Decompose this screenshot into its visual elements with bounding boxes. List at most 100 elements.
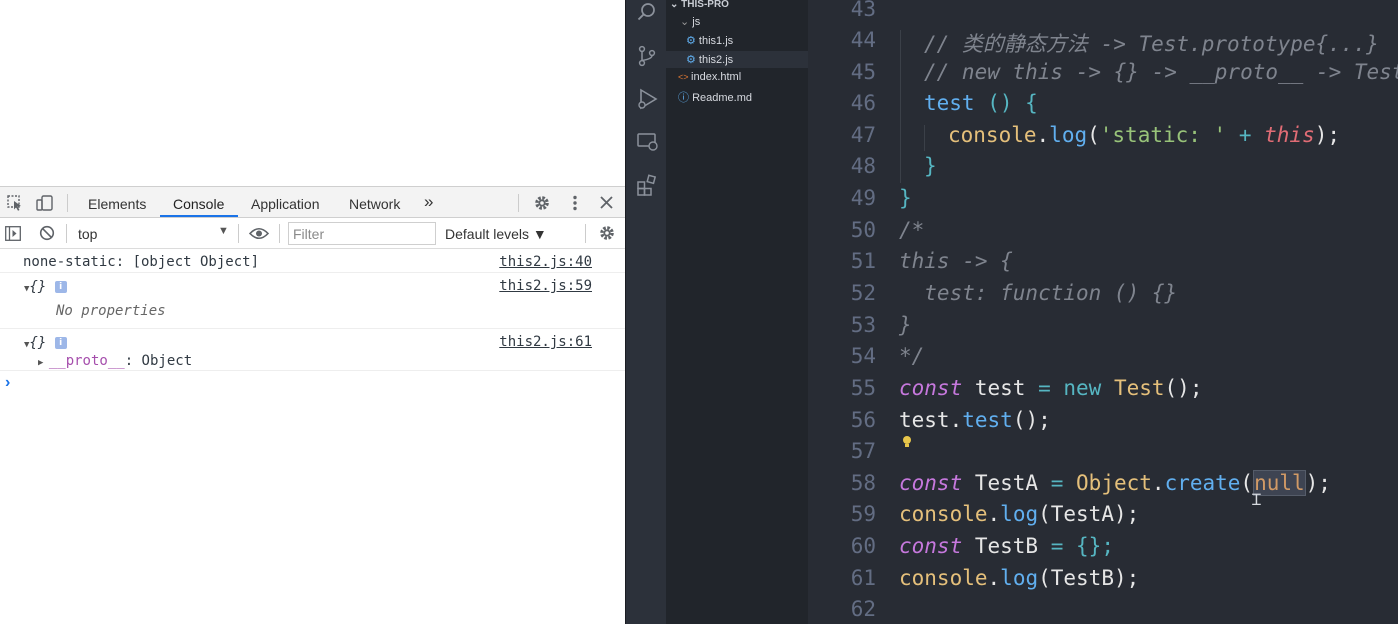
log-levels-dropdown[interactable]: Default levels ▼: [445, 226, 547, 242]
js-file-icon: ⚙: [686, 54, 699, 66]
code-token: .: [1036, 123, 1050, 147]
line-number: 49: [850, 186, 876, 210]
js-file-icon: ⚙: [686, 35, 699, 47]
device-toolbar-icon[interactable]: [36, 195, 54, 216]
code-line-48: }: [924, 154, 937, 178]
show-sidebar-icon[interactable]: [5, 226, 21, 246]
close-icon[interactable]: [600, 196, 613, 214]
source-control-icon[interactable]: [637, 45, 657, 72]
tree-file-this2[interactable]: ⚙ this2.js: [686, 53, 733, 66]
line-number: 55: [850, 376, 876, 400]
source-link[interactable]: this2.js:59: [499, 278, 592, 294]
tree-file-this1[interactable]: ⚙ this1.js: [686, 34, 733, 47]
line-number: 58: [850, 471, 876, 495]
code-token: () {: [974, 91, 1038, 115]
tab-network[interactable]: Network: [349, 196, 400, 212]
line-number: 54: [850, 344, 876, 368]
code-token: (: [1087, 123, 1100, 147]
folder-label: js: [692, 16, 701, 28]
more-tabs-button[interactable]: »: [424, 192, 433, 212]
code-line-51: this -> {: [899, 249, 1013, 273]
expand-toggle[interactable]: ▼{} i: [24, 279, 67, 295]
line-number: 48: [850, 154, 876, 178]
tab-elements[interactable]: Elements: [88, 196, 146, 212]
tree-folder-js[interactable]: ⌄ js: [680, 15, 700, 28]
extensions-icon[interactable]: [637, 174, 659, 201]
toolbar-divider: [585, 224, 586, 243]
code-token: TestA: [962, 471, 1051, 495]
lightbulb-icon[interactable]: [901, 435, 913, 454]
code-token: test: [962, 376, 1039, 400]
file-label: this1.js: [698, 35, 734, 47]
explorer-root-folder[interactable]: ⌄ THIS-PRO: [670, 0, 729, 10]
run-debug-icon[interactable]: [637, 88, 659, 115]
source-link[interactable]: this2.js:61: [499, 334, 592, 350]
console-message-text: none-static: [object Object]: [23, 254, 260, 270]
line-number: 62: [850, 597, 876, 621]
indent-guide: [924, 125, 925, 151]
console-prompt[interactable]: ›: [5, 374, 10, 392]
proto-property[interactable]: ▶ __proto__: Object: [38, 353, 192, 369]
expand-toggle[interactable]: ▼{} i: [24, 335, 67, 351]
code-line-49: }: [899, 186, 912, 210]
explorer-sidebar: ⌄ THIS-PRO ⌄ js ⚙ this1.js ⚙ this2.js <>…: [666, 0, 808, 624]
code-token: console: [899, 566, 988, 590]
clear-console-icon[interactable]: [39, 225, 55, 246]
line-number: 57: [850, 439, 876, 463]
console-settings-gear-icon[interactable]: [598, 224, 616, 247]
line-number: 51: [850, 249, 876, 273]
code-token: create: [1164, 471, 1241, 495]
code-token: .: [949, 408, 963, 432]
no-properties-text: No properties: [56, 303, 166, 319]
proto-value: : Object: [124, 353, 193, 369]
object-preview: {}: [29, 279, 47, 295]
code-token: log: [1000, 566, 1039, 590]
code-line-61: console.log(TestB);: [899, 566, 1139, 590]
code-token: );: [1314, 123, 1341, 147]
file-label: index.html: [691, 71, 742, 83]
line-number: 60: [850, 534, 876, 558]
activity-bar: [625, 0, 666, 624]
code-token: log: [1000, 502, 1039, 526]
tab-console[interactable]: Console: [173, 196, 224, 212]
tree-file-readme[interactable]: ⓘ Readme.md: [678, 89, 752, 105]
code-line-58: const TestA = Object.create(null);: [899, 470, 1331, 496]
code-line-44: // 类的静态方法 -> Test.prototype{...}: [924, 32, 1379, 56]
more-options-icon[interactable]: [572, 195, 578, 216]
tab-application[interactable]: Application: [251, 196, 320, 212]
code-line-47: console.log('static: ' + this);: [948, 123, 1340, 147]
line-number: 46: [850, 91, 876, 115]
proto-key: __proto__: [48, 353, 125, 369]
chevron-down-icon[interactable]: ▼: [218, 225, 229, 237]
code-line-52: test: function () {}: [899, 281, 1178, 305]
settings-gear-icon[interactable]: [533, 194, 551, 217]
file-label: this2.js: [698, 54, 734, 66]
code-line-54: */: [899, 344, 925, 368]
line-number: 44: [850, 28, 876, 52]
line-number: 52: [850, 281, 876, 305]
tree-file-index[interactable]: <> index.html: [678, 71, 741, 83]
info-icon[interactable]: i: [54, 281, 67, 293]
code-line-50: /*: [899, 218, 925, 242]
code-line-60: const TestB = {};: [899, 534, 1114, 558]
chevron-down-icon: ⌄: [680, 16, 693, 28]
devtools-panel: Elements Console Application Network » t…: [0, 186, 625, 624]
console-message: ▼{} i this2.js:61 ▶ __proto__: Object: [0, 329, 625, 371]
info-icon[interactable]: i: [54, 337, 67, 349]
remote-explorer-icon[interactable]: [637, 132, 659, 157]
info-file-icon: ⓘ: [678, 92, 693, 104]
code-editor[interactable]: 43 44 45 46 47 48 49 50 51 52 53 54 55 5…: [808, 0, 1398, 624]
context-selector[interactable]: top: [78, 226, 97, 242]
inspect-element-icon[interactable]: [7, 195, 23, 216]
code-token: .: [987, 502, 1001, 526]
code-token: +: [1226, 123, 1265, 147]
code-token: TestB: [962, 534, 1051, 558]
chevron-down-icon: ⌄: [670, 0, 682, 10]
filter-input[interactable]: [288, 222, 436, 245]
source-link[interactable]: this2.js:40: [499, 254, 592, 270]
eye-icon[interactable]: [248, 227, 270, 245]
code-token: =: [1038, 376, 1051, 400]
console-message: none-static: [object Object] this2.js:40: [0, 249, 625, 273]
search-icon[interactable]: [637, 2, 657, 27]
console-message: ▼{} i this2.js:59 No properties: [0, 273, 625, 329]
